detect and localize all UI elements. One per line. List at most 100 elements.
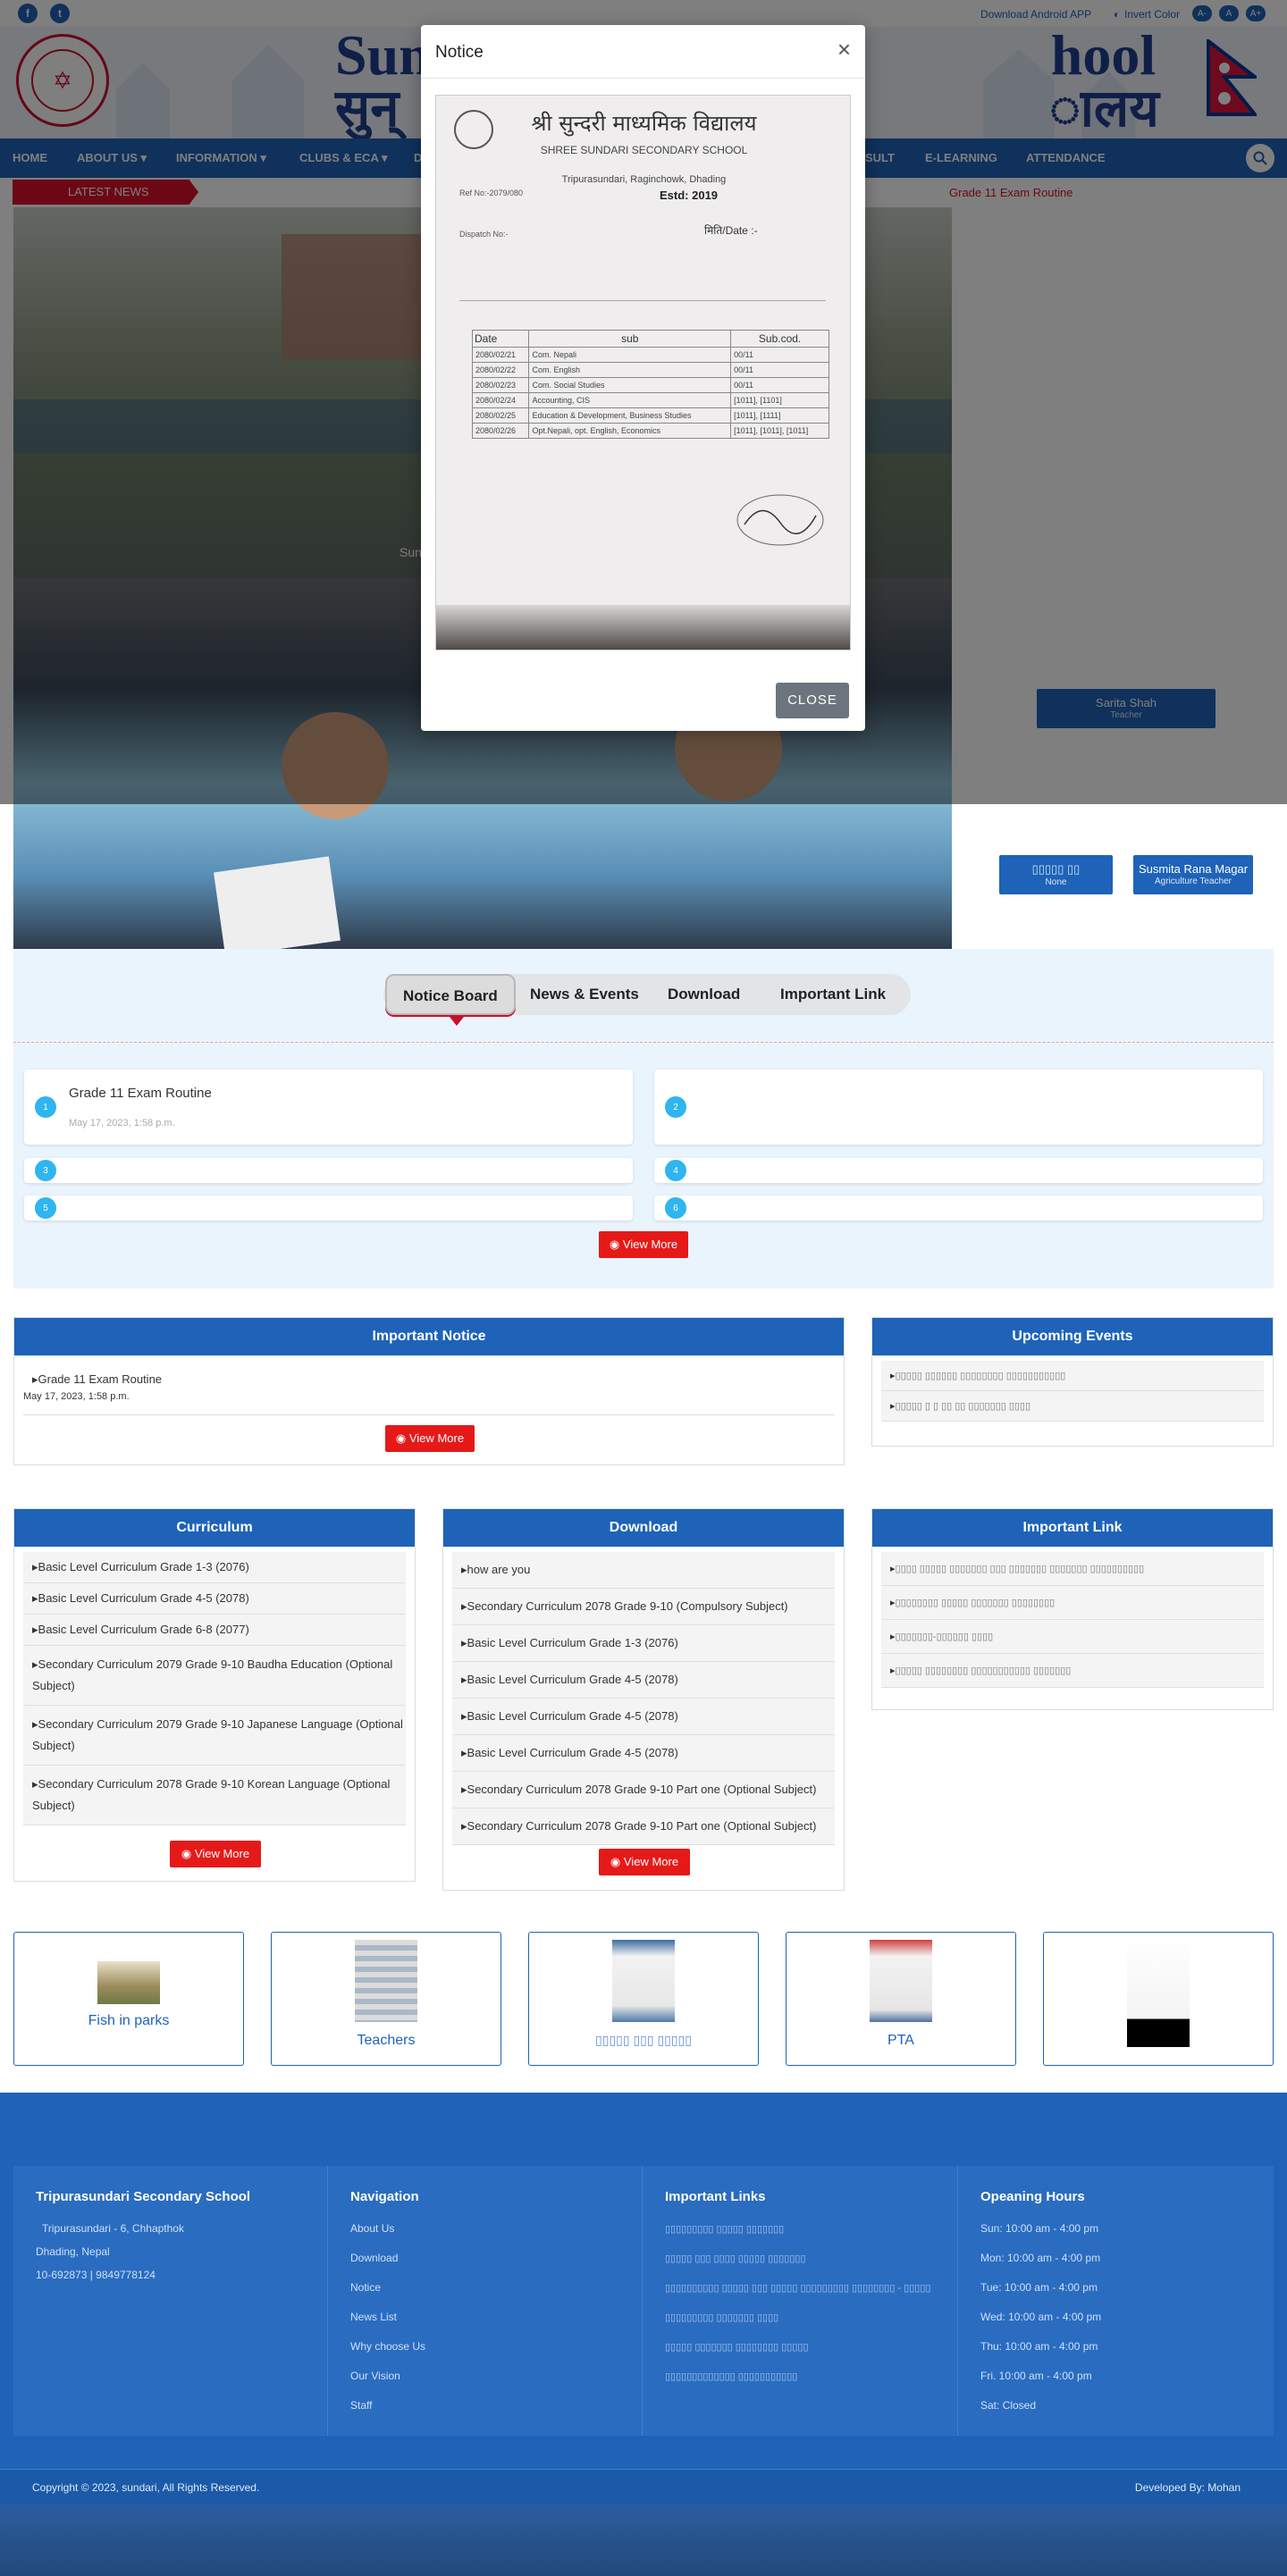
notice-item[interactable]: 2: [654, 1070, 1263, 1145]
tab-download[interactable]: Download: [668, 974, 740, 1015]
important-link-item[interactable]: ▯▯▯▯▯▯▯-▯▯▯▯▯▯ ▯▯▯▯: [881, 1620, 1264, 1654]
footer-important-link[interactable]: ▯▯▯▯▯▯▯▯▯▯ ▯▯▯▯▯ ▯▯▯ ▯▯▯▯▯ ▯▯▯▯▯▯▯▯▯ ▯▯▯…: [665, 2283, 930, 2294]
modal-header: Notice ×: [421, 25, 865, 79]
notice-item[interactable]: 3: [24, 1158, 633, 1183]
developer-credit: Developed By: Mohan: [1134, 2481, 1241, 2494]
gallery-card[interactable]: Fish in parks: [13, 1932, 244, 2066]
footer-navigation: Navigation About Us Download Notice News…: [328, 2166, 643, 2436]
upcoming-events-heading: Upcoming Events: [872, 1318, 1273, 1355]
tab-notice-board[interactable]: Notice Board: [385, 974, 516, 1015]
footer-important-link[interactable]: ▯▯▯▯▯▯▯▯▯▯▯▯▯ ▯▯▯▯▯▯▯▯▯▯▯: [665, 2371, 797, 2382]
important-link-item[interactable]: ▯▯▯▯ ▯▯▯▯▯ ▯▯▯▯▯▯▯ ▯▯▯ ▯▯▯▯▯▯▯ ▯▯▯▯▯▯▯ ▯…: [881, 1552, 1264, 1586]
modal-title: Notice: [435, 43, 484, 62]
modal-close-button[interactable]: CLOSE: [776, 683, 849, 718]
important-notice-view-more-button[interactable]: ◉ View More: [385, 1425, 475, 1452]
important-notice-item[interactable]: Grade 11 Exam Routine: [23, 1364, 835, 1395]
curriculum-item[interactable]: Basic Level Curriculum Grade 4-5 (2078): [23, 1583, 406, 1615]
notice-item[interactable]: 5: [24, 1196, 633, 1221]
footer-important-link[interactable]: ▯▯▯▯▯▯▯▯▯ ▯▯▯▯▯ ▯▯▯▯▯▯▯: [665, 2224, 784, 2235]
curriculum-item[interactable]: Secondary Curriculum 2078 Grade 9-10 Kor…: [23, 1766, 406, 1825]
table-row: 2080/02/21 Com. Nepali 00/11: [471, 347, 829, 363]
gallery-card[interactable]: PTA: [786, 1932, 1016, 2066]
event-item[interactable]: ▯▯▯▯▯ ▯▯▯▯▯▯ ▯▯▯▯▯▯▯▯ ▯▯▯▯▯▯▯▯▯▯▯: [881, 1361, 1264, 1391]
gallery-label: ▯▯▯▯▯ ▯▯▯ ▯▯▯▯▯: [595, 2033, 692, 2047]
footer-nav-link[interactable]: Download: [350, 2252, 398, 2264]
notice-view-more-button[interactable]: ◉ View More: [599, 1231, 688, 1258]
footer-hours-heading: Opeaning Hours: [980, 2189, 1085, 2204]
footer-address-line1: Tripurasundari - 6, Chhapthok: [42, 2222, 184, 2235]
download-item[interactable]: Secondary Curriculum 2078 Grade 9-10 Par…: [452, 1772, 835, 1808]
important-link-item[interactable]: ▯▯▯▯▯▯▯▯ ▯▯▯▯▯ ▯▯▯▯▯▯▯ ▯▯▯▯▯▯▯▯: [881, 1586, 1264, 1620]
curriculum-panel: Curriculum Basic Level Curriculum Grade …: [13, 1508, 416, 1882]
table-row: 2080/02/23 Com. Social Studies 00/11: [471, 377, 829, 393]
footer-hours-row: Fri. 10:00 am - 4:00 pm: [980, 2370, 1092, 2382]
important-link-item[interactable]: ▯▯▯▯▯ ▯▯▯▯▯▯▯▯ ▯▯▯▯▯▯▯▯▯▯▯ ▯▯▯▯▯▯▯: [881, 1654, 1264, 1688]
gallery-thumbnail: [612, 1940, 675, 2022]
staff-card[interactable]: Susmita Rana Magar Agriculture Teacher: [1133, 855, 1253, 894]
signature-stamp: [736, 494, 824, 546]
curriculum-item[interactable]: Secondary Curriculum 2079 Grade 9-10 Bau…: [23, 1646, 406, 1706]
important-notice-panel: Important Notice Grade 11 Exam Routine M…: [13, 1317, 845, 1465]
doc-address: Tripurasundari, Raginchowk, Dhading: [561, 174, 727, 185]
gallery-label: Teachers: [357, 2033, 416, 2048]
gallery-label: Fish in parks: [88, 2013, 170, 2028]
curriculum-item[interactable]: Basic Level Curriculum Grade 6-8 (2077): [23, 1615, 406, 1646]
notice-item[interactable]: 1 Grade 11 Exam Routine May 17, 2023, 1:…: [24, 1070, 633, 1145]
footer-important-link[interactable]: ▯▯▯▯▯ ▯▯▯▯▯▯▯ ▯▯▯▯▯▯▯▯ ▯▯▯▯▯: [665, 2342, 809, 2353]
table-row: 2080/02/24 Accounting, CIS [1011], [1101]: [471, 392, 829, 408]
footer-important-links: Important Links ▯▯▯▯▯▯▯▯▯ ▯▯▯▯▯ ▯▯▯▯▯▯▯ …: [643, 2166, 958, 2436]
curriculum-item[interactable]: Basic Level Curriculum Grade 1-3 (2076): [23, 1552, 406, 1583]
gallery-card[interactable]: ▯▯▯▯▯ ▯▯▯ ▯▯▯▯▯: [528, 1932, 759, 2066]
doc-school-en: SHREE SUNDARI SECONDARY SCHOOL: [540, 144, 748, 156]
close-icon[interactable]: ×: [837, 36, 851, 63]
important-notice-heading: Important Notice: [14, 1318, 844, 1355]
tab-pointer: [450, 1017, 464, 1026]
gallery-card[interactable]: [1043, 1932, 1274, 2066]
footer-nav-link[interactable]: About Us: [350, 2222, 394, 2235]
notice-item[interactable]: 4: [654, 1158, 1263, 1183]
footer-nav-link[interactable]: Our Vision: [350, 2370, 400, 2382]
download-item[interactable]: how are you: [452, 1552, 835, 1589]
footer-nav-link[interactable]: Notice: [350, 2281, 381, 2294]
divider: [13, 1042, 1274, 1043]
footer-school-name: Tripurasundari Secondary School: [36, 2189, 251, 2204]
footer-important-link[interactable]: ▯▯▯▯▯▯▯▯▯ ▯▯▯▯▯▯▯ ▯▯▯▯: [665, 2312, 778, 2323]
tabbed-section: Notice Board News & Events Download Impo…: [13, 949, 1274, 1288]
notice-document-image: श्री सुन्दरी माध्यमिक विद्यालय SHREE SUN…: [435, 95, 851, 650]
footer-important-link[interactable]: ▯▯▯▯▯ ▯▯▯ ▯▯▯▯ ▯▯▯▯▯ ▯▯▯▯▯▯▯: [665, 2253, 806, 2264]
download-view-more-button[interactable]: ◉ View More: [599, 1849, 690, 1875]
notice-date: May 17, 2023, 1:58 p.m.: [69, 1118, 175, 1129]
download-item[interactable]: Basic Level Curriculum Grade 1-3 (2076): [452, 1625, 835, 1662]
download-item[interactable]: Secondary Curriculum 2078 Grade 9-10 Par…: [452, 1808, 835, 1845]
footer-nav-link[interactable]: Why choose Us: [350, 2340, 425, 2353]
doc-date: मिति/Date :-: [704, 224, 758, 237]
table-row: 2080/02/26 Opt.Nepali, opt. English, Econ…: [471, 423, 829, 439]
tab-news-events[interactable]: News & Events: [530, 974, 639, 1015]
footer-hours-row: Mon: 10:00 am - 4:00 pm: [980, 2252, 1101, 2264]
curriculum-heading: Curriculum: [14, 1509, 415, 1547]
footer-nav-link[interactable]: News List: [350, 2311, 397, 2323]
download-item[interactable]: Secondary Curriculum 2078 Grade 9-10 (Co…: [452, 1589, 835, 1625]
tab-important-link[interactable]: Important Link: [780, 974, 886, 1015]
staff-card[interactable]: ▯▯▯▯▯ ▯▯ None: [999, 855, 1113, 894]
download-item[interactable]: Basic Level Curriculum Grade 4-5 (2078): [452, 1662, 835, 1699]
footer-hours-row: Wed: 10:00 am - 4:00 pm: [980, 2311, 1102, 2323]
exam-routine-table: Date sub Sub.cod. 2080/02/21 Com. Nepali 0…: [471, 330, 829, 439]
footer-hours-row: Thu: 10:00 am - 4:00 pm: [980, 2340, 1098, 2353]
footer-nav-link[interactable]: Staff: [350, 2399, 372, 2412]
download-item[interactable]: Basic Level Curriculum Grade 4-5 (2078): [452, 1735, 835, 1772]
download-item[interactable]: Basic Level Curriculum Grade 4-5 (2078): [452, 1699, 835, 1735]
curriculum-view-more-button[interactable]: ◉ View More: [170, 1841, 261, 1867]
notice-item[interactable]: 6: [654, 1196, 1263, 1221]
doc-estd: Estd: 2019: [660, 189, 719, 202]
event-item[interactable]: ▯▯▯▯▯ ▯ ▯ ▯▯ ▯▯ ▯▯▯▯▯▯▯ ▯▯▯▯: [881, 1391, 1264, 1422]
table-row: 2080/02/22 Com. English 00/11: [471, 362, 829, 378]
gallery-card[interactable]: Teachers: [271, 1932, 501, 2066]
footer-phone: 10-692873 | 9849778124: [36, 2269, 156, 2281]
doc-ref: Ref No:-2079/080: [459, 189, 524, 197]
eye-icon: ◉: [181, 1847, 192, 1860]
important-link-heading: Important Link: [872, 1509, 1273, 1547]
table-row: 2080/02/25 Education & Development, Busin…: [471, 407, 829, 424]
gallery-thumbnail: [1127, 1934, 1190, 2047]
curriculum-item[interactable]: Secondary Curriculum 2079 Grade 9-10 Jap…: [23, 1706, 406, 1766]
